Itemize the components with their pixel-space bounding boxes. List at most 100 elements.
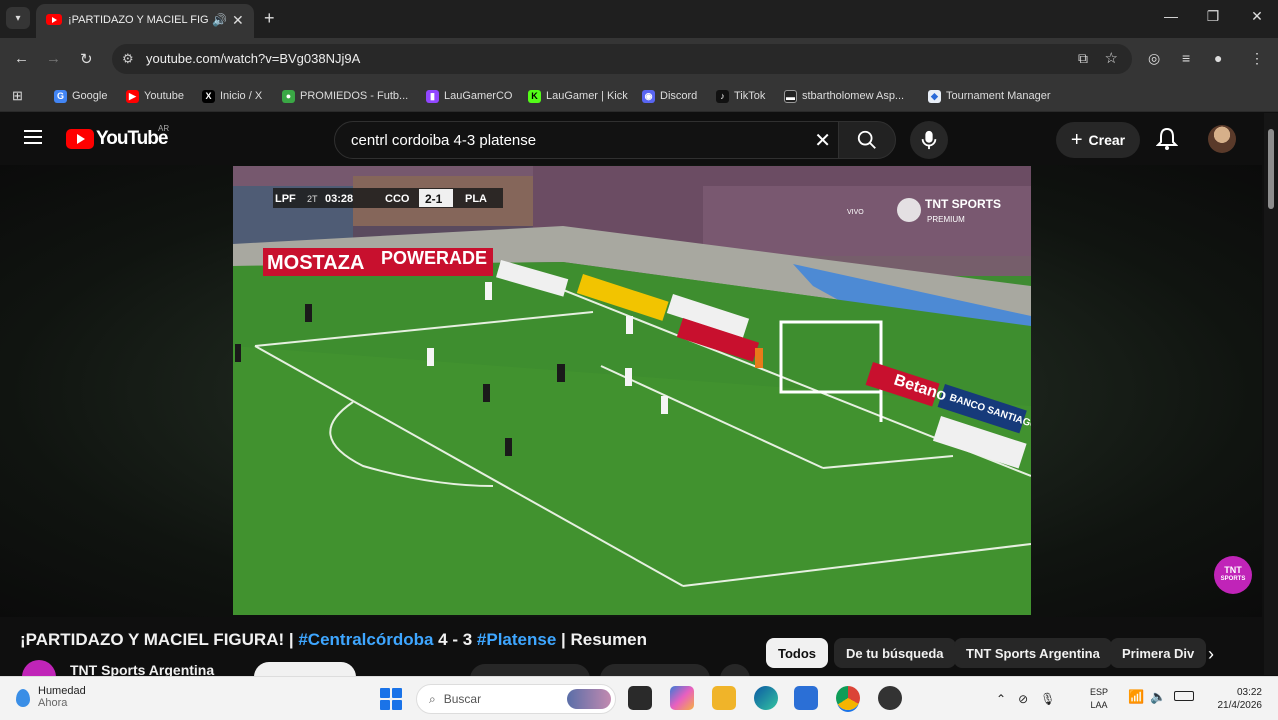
bookmark-discord[interactable]: ◉ Discord [642, 87, 697, 105]
taskbar-search[interactable]: ⌕ Buscar [416, 684, 616, 714]
chevron-right-icon[interactable]: › [1208, 644, 1214, 665]
video-title: ¡PARTIDAZO Y MACIEL FIGURA! | #Centralcó… [20, 630, 648, 649]
promiedos-icon: ● [282, 89, 295, 103]
site-info-icon[interactable]: ⚙ [122, 51, 134, 67]
humidity-icon [16, 689, 30, 707]
notifications-button[interactable] [1155, 127, 1179, 156]
battery-icon[interactable] [1174, 691, 1194, 701]
bookmarks-bar: ⊞ G Google ▶ Youtube X Inicio / X ● PROMIEDO… [0, 80, 1278, 112]
language-indicator[interactable]: ESP LAA [1090, 686, 1108, 712]
clear-search-icon[interactable]: ✕ [814, 128, 831, 153]
active-tab[interactable]: ¡PARTIDAZO Y MACIEL FIGU 🔊 ✕ [36, 4, 254, 38]
minimize-button[interactable]: — [1156, 8, 1186, 24]
broadcaster-sub: PREMIUM [927, 215, 965, 224]
kick-icon: K [528, 89, 541, 103]
plus-icon: + [1070, 128, 1083, 151]
back-icon[interactable]: ← [14, 50, 29, 67]
bookmark-google[interactable]: G Google [54, 87, 107, 105]
chip-all[interactable]: Todos [766, 638, 829, 668]
new-tab-button[interactable]: + [264, 8, 275, 29]
score-half: 2T [307, 194, 318, 204]
restore-button[interactable]: ❐ [1198, 8, 1228, 25]
twitch-icon: ▮ [426, 89, 439, 103]
microphone-icon[interactable]: 🎙 [1040, 692, 1055, 706]
extension-icon[interactable]: ◎ [1148, 50, 1160, 67]
start-button[interactable] [380, 688, 402, 710]
discord-icon: ◉ [642, 89, 655, 103]
file-explorer-icon[interactable] [712, 686, 736, 710]
edge-icon[interactable] [754, 686, 778, 710]
weather-widget[interactable]: Humedad Ahora [16, 685, 86, 709]
menu-icon[interactable]: ⋮ [1250, 50, 1264, 67]
hashtag-platense[interactable]: #Platense [477, 630, 556, 649]
guide-menu-icon[interactable] [24, 130, 42, 144]
chevron-down-icon: ▾ [15, 12, 21, 24]
google-icon: G [54, 89, 67, 103]
profile-icon[interactable]: ● [1214, 50, 1222, 66]
channel-avatar[interactable] [22, 660, 56, 676]
youtube-play-icon [66, 129, 94, 149]
bookmark-promiedos[interactable]: ● PROMIEDOS - Futb... [282, 87, 408, 105]
tiktok-icon: ♪ [716, 89, 729, 103]
search-input[interactable]: centrl cordoiba 4-3 platense ✕ [334, 121, 844, 159]
close-window-button[interactable]: ✕ [1242, 8, 1272, 25]
wifi-icon[interactable]: 📶 [1128, 689, 1144, 705]
chip-from-search[interactable]: De tu búsqueda [834, 638, 956, 668]
copilot-icon[interactable] [670, 686, 694, 710]
voice-search-button[interactable] [910, 121, 948, 159]
bookmark-youtube[interactable]: ▶ Youtube [126, 87, 184, 105]
forward-icon[interactable]: → [46, 50, 61, 67]
bookmark-stbartholomew[interactable]: ▬ stbartholomew Asp... [784, 87, 904, 105]
search-button[interactable] [838, 121, 896, 159]
apps-icon[interactable]: ⊞ [12, 87, 23, 105]
chrome-icon[interactable] [836, 686, 860, 710]
reload-icon[interactable]: ↻ [80, 50, 93, 68]
search-query[interactable]: centrl cordoiba 4-3 platense [351, 132, 536, 149]
channel-watermark[interactable]: TNT SPORTS [1214, 556, 1252, 594]
score-away: PLA [465, 193, 487, 205]
share-button[interactable] [600, 664, 710, 676]
url-text[interactable]: youtube.com/watch?v=BVg038NJj9A [146, 51, 360, 66]
clock[interactable]: 03:22 21/4/2026 [1206, 686, 1263, 712]
chip-primera[interactable]: Primera Div [1110, 638, 1207, 668]
tab-search-button[interactable]: ▾ [6, 7, 30, 29]
bookmark-kick[interactable]: K LauGamer | Kick [528, 87, 628, 105]
related-chips: Todos De tu búsqueda TNT Sports Argentin… [766, 638, 1262, 670]
task-view-icon[interactable] [628, 686, 652, 710]
bookmark-tournament-manager[interactable]: ◆ Tournament Manager [928, 87, 1051, 105]
hashtag-centralcordoba[interactable]: #Centralcórdoba [298, 630, 433, 649]
bookmark-x[interactable]: X Inicio / X [202, 87, 262, 105]
like-dislike-button[interactable] [470, 664, 590, 676]
store-icon[interactable] [794, 686, 818, 710]
app-icon[interactable] [878, 686, 902, 710]
country-code: AR [158, 124, 170, 133]
more-actions-button[interactable] [720, 664, 750, 676]
page-scrollbar[interactable] [1264, 113, 1278, 675]
system-tray: ⌃ ⊘ 🎙 [996, 685, 1055, 713]
x-icon: X [202, 89, 215, 103]
install-app-icon[interactable]: ⧉ [1078, 50, 1088, 67]
score-league: LPF [275, 193, 296, 205]
bookmark-tiktok[interactable]: ♪ TikTok [716, 87, 765, 105]
media-controls-icon[interactable]: ≡ [1182, 50, 1190, 66]
bookmark-star-icon[interactable]: ☆ [1105, 49, 1118, 67]
bookmark-twitch[interactable]: ▮ LauGamerCO [426, 87, 512, 105]
volume-icon[interactable]: 🔈 [1150, 689, 1166, 705]
channel-name[interactable]: TNT Sports Argentina [70, 662, 214, 676]
channel-row: TNT Sports Argentina [22, 660, 762, 676]
avatar[interactable] [1208, 125, 1236, 153]
tab-close-icon[interactable]: ✕ [232, 12, 244, 29]
youtube-icon: ▶ [126, 89, 139, 103]
speaker-icon[interactable]: 🔊 [212, 13, 227, 27]
youtube-logo[interactable]: YouTube AR [66, 124, 169, 150]
network-off-icon[interactable]: ⊘ [1018, 692, 1028, 706]
search-icon: ⌕ [429, 691, 436, 706]
subscribe-button[interactable] [254, 662, 356, 676]
video-player[interactable]: MOSTAZA POWERADE Betano BANCO SANTIAGO L… [233, 166, 1031, 615]
youtube-favicon-icon [46, 14, 62, 25]
chip-channel[interactable]: TNT Sports Argentina [954, 638, 1112, 668]
chevron-up-icon[interactable]: ⌃ [996, 692, 1006, 706]
create-button[interactable]: + Crear [1056, 122, 1140, 158]
address-bar[interactable]: ⚙ youtube.com/watch?v=BVg038NJj9A ⧉ ☆ [112, 44, 1132, 74]
scroll-thumb[interactable] [1268, 129, 1274, 209]
